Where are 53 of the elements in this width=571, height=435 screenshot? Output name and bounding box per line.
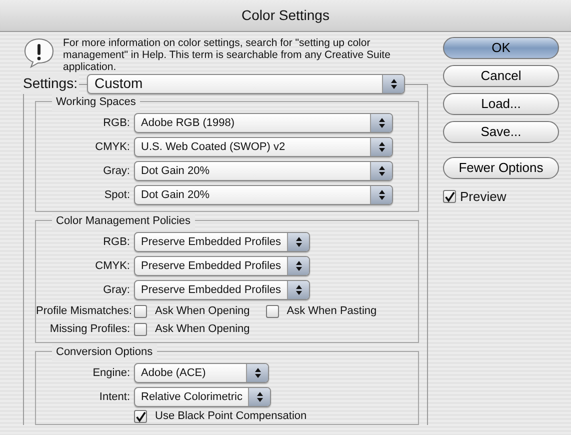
dropdown[interactable]: Dot Gain 20% xyxy=(134,185,393,205)
options-button[interactable]: Fewer Options xyxy=(443,157,559,179)
field-label: Intent: xyxy=(98,390,131,405)
field-label: CMYK: xyxy=(94,140,131,155)
dialog-button[interactable]: Cancel xyxy=(443,65,559,87)
info-message: For more information on color settings, search for "setting up color management" in Help. This term is searchable from any Creative Suite application. xyxy=(63,37,392,73)
dropdown[interactable]: Preserve Embedded Profiles xyxy=(134,280,310,300)
checkbox-label: Use Black Point Compensation xyxy=(155,409,307,424)
group-title: Conversion Options xyxy=(52,344,157,360)
dropdown[interactable]: Adobe (ACE) xyxy=(134,363,269,383)
stepper-icon xyxy=(378,117,386,129)
field-label: Gray: xyxy=(102,282,131,298)
dropdown[interactable]: Relative Colorimetric xyxy=(134,387,272,407)
dialog-button[interactable]: Save... xyxy=(443,121,559,143)
stepper-icon xyxy=(254,367,262,379)
dialog-button[interactable]: Load... xyxy=(443,93,559,115)
stepper-icon xyxy=(294,284,303,296)
field-label: Engine: xyxy=(92,366,131,381)
preview-label: Preview xyxy=(460,188,506,206)
field-label: RGB: xyxy=(102,234,131,250)
stepper-icon xyxy=(294,260,303,272)
alert-icon xyxy=(23,37,55,69)
checkbox-label: Ask When Opening xyxy=(155,304,250,319)
checkbox-label: Ask When Pasting xyxy=(286,304,377,319)
settings-label: Settings: xyxy=(21,73,80,94)
field-label: Spot: xyxy=(103,188,131,203)
checkbox[interactable] xyxy=(443,190,456,204)
checkbox[interactable] xyxy=(266,304,279,318)
stepper-icon xyxy=(378,165,386,177)
group-title: Color Management Policies xyxy=(52,213,195,230)
stepper-icon xyxy=(378,141,386,153)
field-label: CMYK: xyxy=(94,258,131,274)
stepper-icon xyxy=(378,189,386,201)
stepper-icon xyxy=(390,78,398,90)
stepper-icon xyxy=(256,391,264,403)
window-title: Color Settings xyxy=(242,6,330,25)
dropdown[interactable]: U.S. Web Coated (SWOP) v2 xyxy=(134,137,393,157)
dropdown[interactable]: Preserve Embedded Profiles xyxy=(134,256,310,276)
group-title: Working Spaces xyxy=(52,94,140,110)
dropdown[interactable]: Dot Gain 20% xyxy=(134,161,393,181)
dropdown[interactable]: Preserve Embedded Profiles xyxy=(134,232,310,252)
default-button[interactable]: OK xyxy=(443,37,559,59)
field-label: Profile Mismatches: xyxy=(36,304,133,319)
stepper-icon xyxy=(294,236,303,248)
field-label: Missing Profiles: xyxy=(48,322,131,337)
checkbox[interactable] xyxy=(134,304,147,318)
checkbox[interactable] xyxy=(134,322,147,336)
field-label: Gray: xyxy=(102,164,131,179)
checkbox-label: Ask When Opening xyxy=(155,322,250,337)
field-label: RGB: xyxy=(102,116,131,131)
dropdown[interactable]: Adobe RGB (1998) xyxy=(134,113,393,133)
checkbox[interactable] xyxy=(134,410,147,423)
dropdown[interactable]: Custom xyxy=(87,74,406,94)
